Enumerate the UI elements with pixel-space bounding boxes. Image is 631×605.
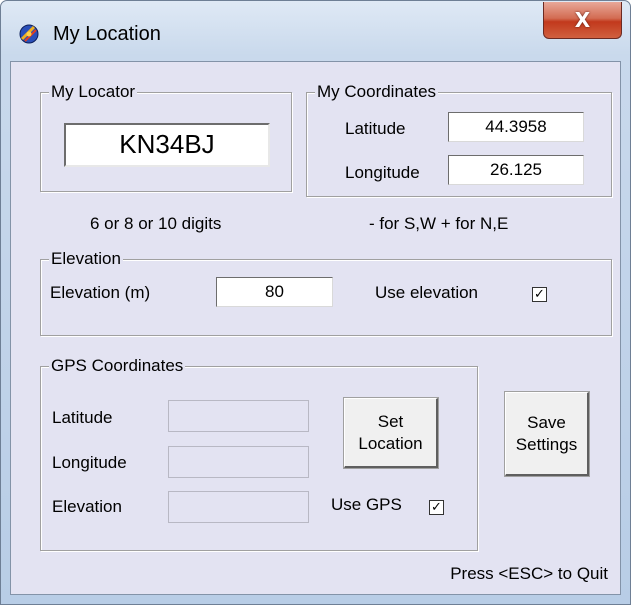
- gps-elevation-label: Elevation: [52, 497, 122, 516]
- use-elevation-checkbox[interactable]: ✓: [532, 287, 547, 302]
- window-title: My Location: [53, 23, 161, 45]
- close-icon: X: [574, 8, 591, 32]
- gps-latitude-label: Latitude: [52, 408, 113, 427]
- set-location-button[interactable]: Set Location: [344, 398, 438, 468]
- elevation-group: Elevation Elevation (m) 80 Use elevation…: [40, 249, 612, 336]
- gps-latitude-input[interactable]: [168, 400, 309, 432]
- elevation-label: Elevation (m): [50, 283, 151, 302]
- use-gps-checkbox[interactable]: ✓: [429, 500, 444, 515]
- set-location-label: Set Location: [358, 411, 423, 453]
- quit-hint: Press <ESC> to Quit: [450, 564, 608, 583]
- coordinates-hint: - for S,W + for N,E: [369, 214, 509, 233]
- elevation-input[interactable]: 80: [216, 277, 333, 307]
- satellite-app-icon: [19, 24, 39, 44]
- gps-longitude-input[interactable]: [168, 446, 309, 478]
- gps-elevation-input[interactable]: [168, 491, 309, 523]
- gps-longitude-label: Longitude: [52, 453, 127, 472]
- save-settings-label: Save Settings: [515, 412, 578, 454]
- my-location-window: My Location X My Locator KN34BJ My Coord…: [0, 0, 631, 605]
- longitude-label: Longitude: [345, 163, 420, 182]
- use-elevation-label: Use elevation: [375, 283, 479, 302]
- latitude-label: Latitude: [345, 119, 406, 138]
- gps-coordinates-legend: GPS Coordinates: [49, 356, 186, 376]
- locator-input[interactable]: KN34BJ: [64, 123, 270, 167]
- locator-hint: 6 or 8 or 10 digits: [90, 214, 222, 233]
- checkmark-icon: ✓: [534, 287, 545, 302]
- title-bar[interactable]: My Location X: [1, 1, 630, 61]
- longitude-input[interactable]: 26.125: [448, 155, 584, 185]
- my-locator-group: My Locator KN34BJ: [40, 82, 292, 192]
- latitude-input[interactable]: 44.3958: [448, 112, 584, 142]
- close-button[interactable]: X: [543, 2, 622, 39]
- save-settings-button[interactable]: Save Settings: [505, 392, 589, 476]
- my-locator-legend: My Locator: [49, 82, 138, 102]
- dialog-client-area: My Locator KN34BJ My Coordinates Latitud…: [10, 61, 621, 595]
- checkmark-icon: ✓: [431, 500, 442, 515]
- my-coordinates-legend: My Coordinates: [315, 82, 439, 102]
- elevation-legend: Elevation: [49, 249, 123, 269]
- use-gps-label: Use GPS: [331, 495, 402, 514]
- my-coordinates-group: My Coordinates Latitude 44.3958 Longitud…: [306, 82, 612, 197]
